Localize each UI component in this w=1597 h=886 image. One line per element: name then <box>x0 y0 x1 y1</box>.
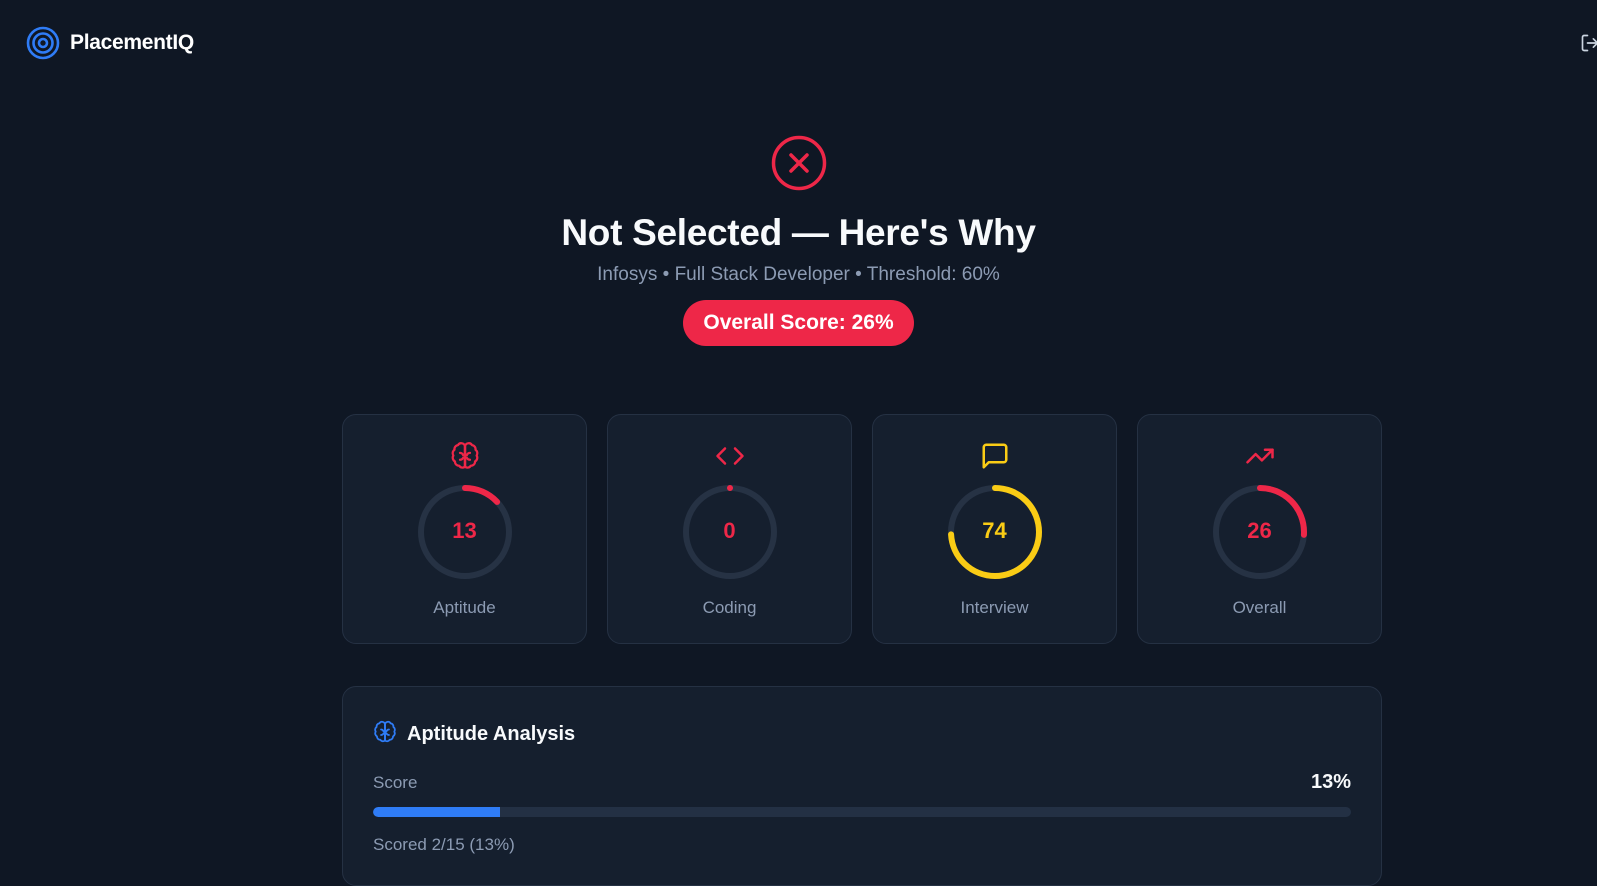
aptitude-analysis-panel: Aptitude Analysis Score 13% Scored 2/15 … <box>342 686 1382 886</box>
score-cards: 13 Aptitude 0 Coding 74 Interview 26 Ove… <box>342 414 1382 644</box>
score-value: 74 <box>982 518 1007 543</box>
score-label: Score <box>373 773 418 792</box>
company-name: Infosys <box>597 264 658 285</box>
brand[interactable]: PlacementIQ <box>26 26 194 60</box>
target-logo-icon <box>26 26 60 60</box>
score-value: 0 <box>723 518 736 543</box>
result-header: Not Selected — Here's Why Infosys • Full… <box>0 134 1597 346</box>
brain-icon <box>373 720 397 749</box>
overall-score-badge: Overall Score: 26% <box>683 300 914 346</box>
score-card-interview: 74 Interview <box>872 414 1117 644</box>
score-label: Aptitude <box>433 598 496 617</box>
brand-name: PlacementIQ <box>70 31 194 54</box>
analysis-header: Aptitude Analysis <box>373 720 575 749</box>
threshold: Threshold: 60% <box>866 264 1000 285</box>
score-percentage: 13% <box>1310 771 1351 793</box>
score-card-overall: 26 Overall <box>1137 414 1382 644</box>
score-value: 26 <box>1247 518 1272 543</box>
page-title: Not Selected — Here's Why <box>561 212 1036 253</box>
brain-icon <box>450 441 480 471</box>
separator-dot: • <box>662 264 675 285</box>
score-row: Score 13% <box>373 771 1351 794</box>
analysis-title: Aptitude Analysis <box>407 723 576 745</box>
trending-up-icon <box>1245 441 1275 471</box>
logout-button[interactable] <box>1580 33 1597 53</box>
navbar: PlacementIQ <box>0 0 1597 86</box>
score-progress-fill <box>373 807 501 817</box>
score-label: Interview <box>960 598 1029 617</box>
score-label: Coding <box>702 598 757 617</box>
score-detail: Scored 2/15 (13%) <box>373 835 515 854</box>
score-value: 13 <box>452 518 477 543</box>
score-card-aptitude: 13 Aptitude <box>342 414 587 644</box>
separator-dot: • <box>855 264 867 285</box>
score-card-coding: 0 Coding <box>607 414 852 644</box>
role-name: Full Stack Developer <box>674 264 850 285</box>
score-progress-bar <box>373 807 1351 817</box>
score-label: Overall <box>1232 598 1287 617</box>
logout-icon <box>1580 34 1597 57</box>
code-icon <box>715 441 745 471</box>
x-circle-icon <box>0 134 1597 192</box>
result-subtitle: Infosys • Full Stack Developer • Thresho… <box>0 264 1597 286</box>
message-icon <box>980 441 1010 471</box>
